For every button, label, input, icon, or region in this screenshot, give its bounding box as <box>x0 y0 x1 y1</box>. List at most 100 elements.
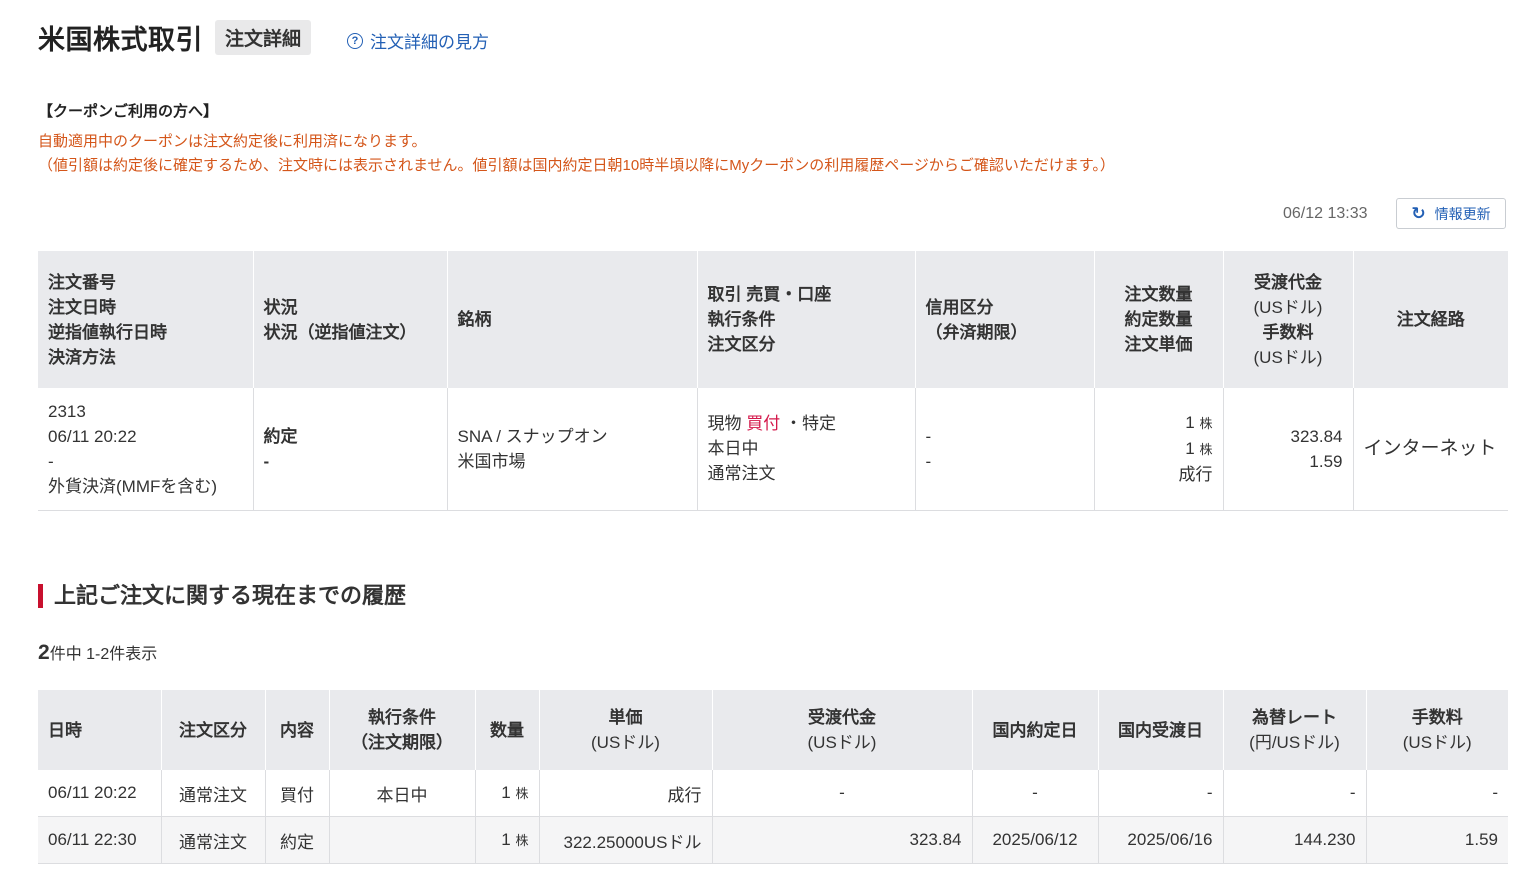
margin-cell: - - <box>915 388 1095 511</box>
trade-side: 買付 <box>746 414 781 434</box>
header-margin-deadline: （弁済期限） <box>925 322 1028 342</box>
history-header-order-type: 注文区分 <box>161 690 266 770</box>
history-header-fx-rate-unit: (円/USドル) <box>1249 733 1340 752</box>
history-exec-condition: 本日中 <box>329 770 476 817</box>
history-header-settle-date: 国内受渡日 <box>1098 690 1224 770</box>
order-number: 2313 <box>48 401 86 421</box>
margin-type: - <box>925 426 932 446</box>
history-exec-date: 2025/06/12 <box>972 816 1099 864</box>
order-detail-page: 米国株式取引 注文詳細 ? 注文詳細の見方 【クーポンご利用の方へ】 自動適用中… <box>0 0 1540 888</box>
history-qty-value: 1 <box>501 783 511 802</box>
header-trade: 取引 売買・口座 執行条件 注文区分 <box>697 251 916 388</box>
coupon-line-1: 自動適用中のクーポンは注文約定後に利用済になります。 <box>38 133 427 150</box>
history-qty-unit: 株 <box>515 786 529 801</box>
history-content: 約定 <box>265 816 330 864</box>
symbol-name: SNA / スナップオン <box>457 426 608 446</box>
market-name: 米国市場 <box>457 451 526 471</box>
history-datetime: 06/11 22:30 <box>38 816 162 864</box>
order-datetime: 06/11 20:22 <box>48 426 137 446</box>
filled-qty-value: 1 <box>1185 439 1195 459</box>
header-commission: 手数料 <box>1262 322 1314 342</box>
header-route: 注文経路 <box>1353 251 1508 388</box>
history-fx-rate: - <box>1223 770 1367 817</box>
history-count-total: 2 <box>38 641 50 664</box>
history-header-amount: 受渡代金 (USドル) <box>712 690 973 770</box>
history-commission: 1.59 <box>1366 816 1508 864</box>
history-content: 買付 <box>265 770 330 817</box>
header-status-label: 状況 <box>263 297 298 317</box>
commission: 1.59 <box>1309 451 1343 471</box>
history-header-qty: 数量 <box>475 690 540 770</box>
history-header-fx-rate: 為替レート (円/USドル) <box>1223 690 1367 770</box>
history-section-title: 上記ご注文に関する現在までの履歴 <box>38 584 406 608</box>
history-amount: - <box>712 770 973 817</box>
refresh-button[interactable]: ↻ 情報更新 <box>1396 198 1506 229</box>
coupon-heading: 【クーポンご利用の方へ】 <box>38 103 219 120</box>
trade-type: 現物 <box>707 414 742 434</box>
history-count-text: 件中 1-2件表示 <box>49 646 158 663</box>
route-cell: インターネット <box>1353 388 1508 511</box>
history-qty-unit: 株 <box>515 833 529 848</box>
order-qty-value: 1 <box>1185 413 1195 433</box>
status-cell: 約定 - <box>253 388 448 511</box>
refresh-button-label: 情報更新 <box>1434 205 1491 222</box>
history-price: 成行 <box>539 770 713 817</box>
history-settle-date: - <box>1098 770 1224 817</box>
header-amount-unit: (USドル) <box>1253 297 1323 317</box>
history-settle-date: 2025/06/16 <box>1098 816 1224 864</box>
header-amount: 受渡代金 (USドル) 手数料 (USドル) <box>1223 251 1354 388</box>
stop-datetime: - <box>48 451 54 471</box>
history-header-price: 単価 (USドル) <box>539 690 713 770</box>
filled-quantity: 1 株 <box>1105 436 1213 462</box>
history-order-type: 通常注文 <box>161 770 266 817</box>
header-stop-status-label: 状況（逆指値注文） <box>263 322 417 342</box>
history-table: 日時 注文区分 内容 執行条件 （注文期限） 数量 単価 (USドル) 受渡代金… <box>38 690 1508 864</box>
order-price: 成行 <box>1178 465 1213 485</box>
settlement-method: 外貨決済(MMFを含む) <box>48 476 218 496</box>
amount-cell: 323.84 1.59 <box>1223 388 1354 511</box>
header-order-info: 注文番号 注文日時 逆指値執行日時 決済方法 <box>38 251 254 388</box>
help-link[interactable]: ? 注文詳細の見方 <box>347 28 489 53</box>
order-type: 通常注文 <box>707 464 776 484</box>
header-margin-type: 信用区分 <box>925 297 994 317</box>
symbol-cell: SNA / スナップオン 米国市場 <box>447 388 698 511</box>
header-order-type: 注文区分 <box>707 335 776 354</box>
quantity-cell: 1 株 1 株 成行 <box>1094 388 1224 511</box>
header-filled-qty: 約定数量 <box>1124 310 1193 329</box>
history-amount: 323.84 <box>712 816 973 864</box>
history-qty: 1 株 <box>475 770 540 817</box>
history-header-amount-label: 受渡代金 <box>808 708 876 727</box>
order-row: 2313 06/11 20:22 - 外貨決済(MMFを含む) 約定 - SNA… <box>38 388 1508 511</box>
title-bar: 米国株式取引 注文詳細 ? 注文詳細の見方 <box>38 18 489 57</box>
history-header-price-label: 単価 <box>608 708 643 727</box>
history-header-commission: 手数料 (USドル) <box>1366 690 1508 770</box>
header-settlement-amount: 受渡代金 <box>1254 272 1322 292</box>
header-order-qty: 注文数量 <box>1124 285 1193 304</box>
history-exec-date: - <box>972 770 1099 817</box>
page-tag: 注文詳細 <box>215 20 312 55</box>
order-table-header: 注文番号 注文日時 逆指値執行日時 決済方法 状況 状況（逆指値注文） 銘柄 取… <box>38 251 1508 388</box>
history-exec-condition <box>329 816 476 864</box>
filled-qty-unit: 株 <box>1199 442 1213 458</box>
header-commission-unit: (USドル) <box>1253 347 1323 367</box>
history-header-exec-condition-label: 執行条件 <box>368 708 436 727</box>
trade-cell: 現物 買付 ・特定 本日中 通常注文 <box>697 388 916 511</box>
history-header-fx-rate-label: 為替レート <box>1252 708 1337 727</box>
history-header-commission-label: 手数料 <box>1411 708 1463 727</box>
header-trade-type: 取引 売買・口座 <box>707 285 832 304</box>
coupon-line-2: （値引額は約定後に確定するため、注文時には表示されません。値引額は国内約定日朝1… <box>38 157 1115 174</box>
header-status: 状況 状況（逆指値注文） <box>253 251 448 388</box>
header-order-datetime: 注文日時 <box>48 297 116 317</box>
help-link-label: 注文詳細の見方 <box>370 33 490 52</box>
coupon-notice: 【クーポンご利用の方へ】 自動適用中のクーポンは注文約定後に利用済になります。 … <box>38 100 1115 174</box>
header-settlement: 決済方法 <box>48 347 116 367</box>
history-count: 2件中 1-2件表示 <box>38 640 157 665</box>
order-table: 注文番号 注文日時 逆指値執行日時 決済方法 状況 状況（逆指値注文） 銘柄 取… <box>38 251 1508 511</box>
page-title: 米国株式取引 <box>38 25 203 55</box>
header-order-price: 注文単価 <box>1124 335 1193 354</box>
history-qty: 1 株 <box>475 816 540 864</box>
history-header-exec-deadline-label: （注文期限） <box>351 733 453 752</box>
header-order-no: 注文番号 <box>48 272 116 292</box>
history-price: 322.25000USドル <box>539 816 713 864</box>
stop-order-status: - <box>263 451 270 471</box>
